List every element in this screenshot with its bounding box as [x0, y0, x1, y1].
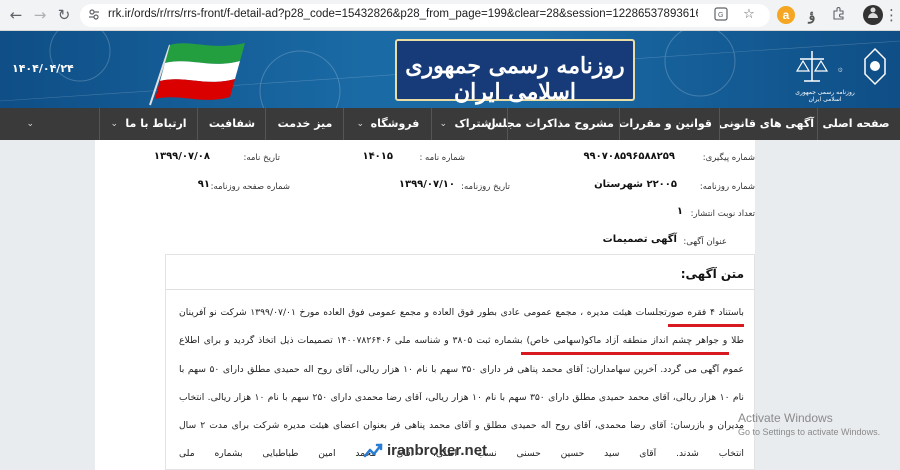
browser-menu-icon[interactable]: ⋮: [884, 5, 899, 25]
nav-item-shop[interactable]: فروشگاه: [370, 108, 420, 140]
banner-date: ۱۴۰۴/۰۴/۲۴: [12, 62, 74, 75]
nav-separator: [197, 108, 198, 140]
bookmark-star-icon[interactable]: ☆: [740, 7, 758, 22]
publish-count-label: تعداد نوبت انتشار:: [690, 209, 755, 219]
activate-windows-title: Activate Windows: [738, 411, 833, 425]
ad-text-line: طلا و جواهر چشم انداز منطقه آزاد ماکو(سه…: [179, 335, 744, 346]
chevron-down-icon[interactable]: ⌄: [730, 108, 738, 140]
highlight-underline: [668, 324, 744, 327]
iran-flag-icon: [149, 43, 245, 106]
chevron-down-icon[interactable]: ⌄: [439, 108, 447, 140]
publish-count-value: ۱: [676, 206, 683, 217]
newspaper-number-label: شماره روزنامه:: [699, 182, 755, 192]
ad-text-line: مدیران و بازرسان: آقای رضا محمدی، آقای ر…: [179, 420, 744, 431]
highlight-underline: [521, 352, 729, 355]
extension-script-icon[interactable]: ؤ: [803, 6, 821, 24]
nav-separator: [431, 108, 432, 140]
nav-item-parliament-debates[interactable]: مشروح مذاکرات مجلس: [487, 108, 614, 140]
newspaper-page-label: شماره صفحه روزنامه:: [210, 182, 290, 192]
nav-item-legal-ads[interactable]: آگهی های قانونی: [718, 108, 814, 140]
activate-windows-subtitle: Go to Settings to activate Windows.: [738, 427, 881, 437]
svg-text:G: G: [718, 12, 723, 19]
browser-toolbar: ← → ↻ rrk.ir/ords/r/rrs/rrs-front/f-deta…: [0, 0, 900, 31]
nav-separator: [265, 108, 266, 140]
ad-text-panel: متن آگهی: باستناد ۴ فقره صورتجلسات هیئت …: [165, 254, 755, 470]
forward-button[interactable]: →: [30, 5, 50, 25]
letter-number-label: شماره نامه :: [419, 153, 465, 163]
ad-title-label: عنوان آگهی:: [683, 237, 727, 247]
nav-item-laws[interactable]: قوانین و مقررات: [618, 108, 712, 140]
newspaper-number-value: ۲۲۰۰۵ شهرستان: [594, 179, 677, 190]
translate-icon[interactable]: G: [712, 7, 730, 25]
nav-separator: [817, 108, 818, 140]
nav-item-transparency[interactable]: شفافیت: [206, 108, 258, 140]
letter-date-label: تاریخ نامه:: [243, 153, 280, 163]
watermark-text: iranbroker.net: [387, 442, 488, 459]
site-header-banner: ۱۴۰۴/۰۴/۲۴ روزنامه رسمی جمهوری اسلامی ای…: [0, 31, 900, 108]
address-bar[interactable]: rrk.ir/ords/r/rrs/rrs-front/f-detail-ad?…: [80, 4, 770, 27]
nav-item-home[interactable]: صفحه اصلی: [822, 108, 890, 140]
chevron-down-icon[interactable]: ⌄: [26, 108, 34, 140]
back-button[interactable]: ←: [6, 5, 26, 25]
ad-text-line: نام ۱۰ هزار ریالی، آقای محمد حمیدی مطلق …: [179, 392, 744, 403]
broker-logo-icon: [363, 443, 383, 458]
extensions-icon[interactable]: [829, 6, 847, 24]
nav-item-subscription[interactable]: اشتراک: [452, 108, 498, 140]
divider: [166, 289, 754, 290]
nav-separator: [343, 108, 344, 140]
ad-title-value: آگهی تصمیمات: [602, 234, 677, 245]
chevron-down-icon[interactable]: ⌄: [356, 108, 364, 140]
page-margin-left: [0, 140, 95, 470]
chevron-down-icon[interactable]: ⌄: [110, 108, 118, 140]
nav-item-contact[interactable]: ارتباط با ما: [124, 108, 188, 140]
newspaper-date-label: تاریخ روزنامه:: [461, 182, 510, 192]
extension-a-icon[interactable]: a: [777, 6, 795, 24]
main-navigation: صفحه اصلی آگهی های قانونی ⌄ قوانین و مقر…: [0, 108, 900, 140]
ad-text-line: عموم آگهی می گردد. آخرین سهامداران: آقای…: [179, 364, 744, 375]
ad-text-heading: متن آگهی:: [680, 267, 744, 281]
newspaper-date-value: ۱۳۹۹/۰۷/۱۰: [398, 179, 455, 190]
newspaper-title-panel: روزنامه رسمی جمهوری اسلامی ایران: [395, 39, 635, 105]
site-info-icon[interactable]: [88, 8, 100, 23]
newspaper-title: روزنامه رسمی جمهوری اسلامی ایران: [405, 53, 625, 105]
nav-separator: [507, 108, 508, 140]
nav-separator: [99, 108, 100, 140]
nav-item-service-desk[interactable]: میز خدمت: [276, 108, 334, 140]
ad-text-line: باستناد ۴ فقره صورتجلسات هیئت مدیره ، مج…: [179, 307, 744, 318]
ad-detail-content: شماره پیگیری: ۹۹۰۷۰۸۵۹۶۵۸۸۲۵۹ شماره نامه…: [95, 140, 755, 470]
url-text[interactable]: rrk.ir/ords/r/rrs/rrs-front/f-detail-ad?…: [108, 8, 698, 20]
emblem-caption: روزنامه رسمی جمهوری اسلامی ایران: [795, 89, 855, 103]
newspaper-page-value: ۹۱: [197, 179, 210, 190]
tracking-number-label: شماره پیگیری:: [702, 153, 755, 163]
letter-number-value: ۱۴۰۱۵: [362, 151, 393, 162]
letter-date-value: ۱۳۹۹/۰۷/۰۸: [153, 151, 210, 162]
profile-avatar[interactable]: [863, 5, 883, 25]
nav-separator: [719, 108, 720, 140]
nav-separator: [619, 108, 620, 140]
svg-text:۞: ۞: [838, 64, 843, 73]
reload-button[interactable]: ↻: [54, 5, 74, 25]
tracking-number-value: ۹۹۰۷۰۸۵۹۶۵۸۸۲۵۹: [583, 151, 675, 162]
